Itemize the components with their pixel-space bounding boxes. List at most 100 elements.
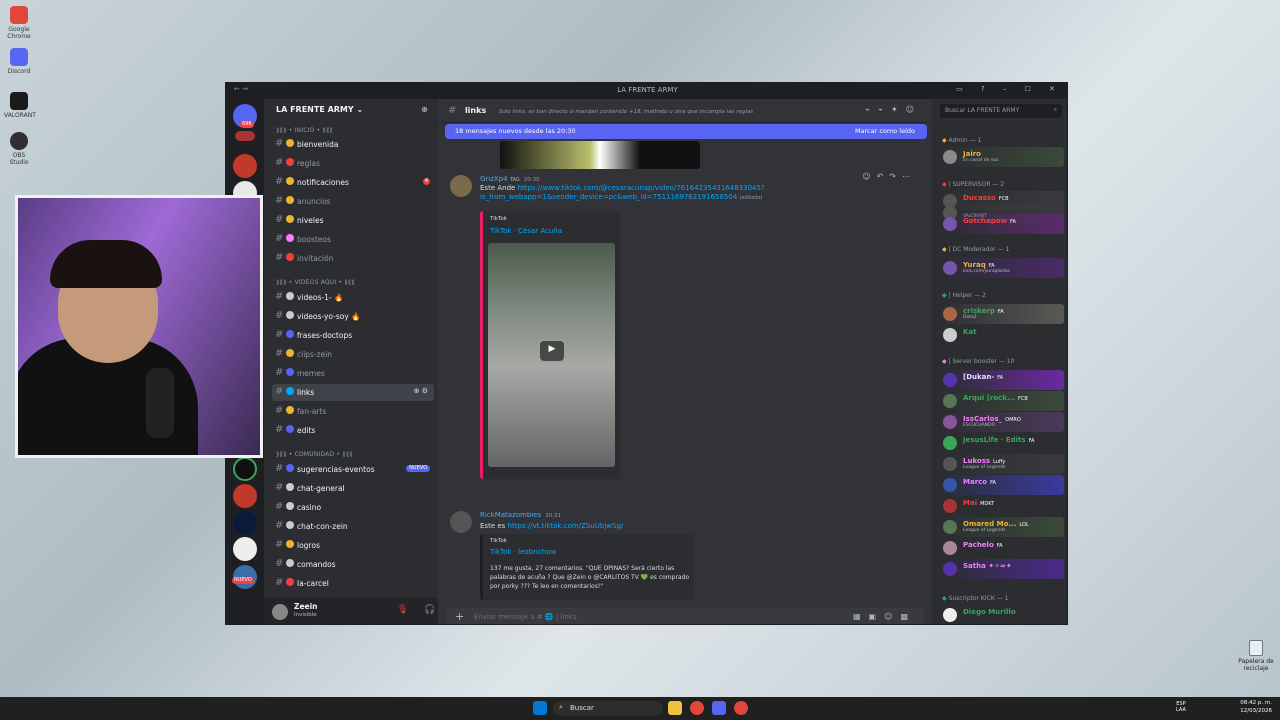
member-item[interactable]: Gotchapow FA (940, 214, 1064, 234)
channel-item[interactable]: # videos-yo-soy 🔥 (272, 308, 434, 325)
member-item[interactable]: Mai MDKT (940, 496, 1064, 516)
channel-item[interactable]: # anuncios (272, 193, 434, 210)
desktop-icon-chrome[interactable]: Google Chrome (4, 6, 34, 40)
member-item[interactable]: Lukoss Luffy League of Legends (940, 454, 1064, 474)
message-link[interactable]: https://www.tiktok.com/@cesaracunap/vide… (480, 184, 765, 201)
member-item[interactable]: Pachelo FA (940, 538, 1064, 558)
window-controls[interactable]: ▭ ? – ☐ ✕ (956, 85, 1063, 93)
avatar (943, 562, 957, 576)
channel-item[interactable]: # niveles (272, 212, 434, 229)
start-button[interactable] (533, 701, 547, 715)
member-tag: FA (997, 375, 1004, 381)
mute-icon[interactable]: 🎙 (397, 605, 408, 615)
server-header[interactable]: LA FRENTE ARMY ⌄ ⊕ (264, 99, 438, 123)
channel-item[interactable]: # chat-general (272, 480, 434, 497)
previous-video-embed[interactable] (500, 141, 700, 169)
chrome-icon[interactable] (734, 701, 748, 715)
member-item[interactable]: Omared Mo... LOL League of Legends (940, 517, 1064, 537)
channel-item[interactable]: # memes (272, 365, 434, 382)
add-user-icon[interactable]: ⊕ (421, 105, 428, 114)
member-item[interactable]: criskerp FA Dota2 (940, 304, 1064, 324)
clock[interactable]: 08:42 p. m. 12/03/2026 (1240, 699, 1272, 715)
channel-item[interactable]: # logros (272, 537, 434, 554)
discord-icon[interactable] (712, 701, 726, 715)
taskbar-search[interactable]: ⌕ Buscar (553, 701, 663, 716)
channel-item[interactable]: # fan-arts (272, 403, 434, 420)
header-toolbar-icons[interactable]: ⌁⌁✦☺ (865, 105, 922, 114)
role-icon: ◆ (942, 595, 947, 602)
add-attachment-icon[interactable]: + (455, 610, 464, 623)
file-explorer-icon[interactable] (668, 701, 682, 715)
play-icon[interactable]: ▶ (540, 341, 564, 361)
channel-item[interactable]: # casino (272, 499, 434, 516)
composer-tools[interactable]: ▦▣☺▩ (853, 612, 916, 621)
desktop-icon-valorant[interactable]: VALORANT (4, 92, 36, 119)
channel-item[interactable]: # reglas (272, 155, 434, 172)
member-item[interactable]: Yuraq FA kick.com/yuraqlanka (940, 258, 1064, 278)
member-item[interactable]: [Dukan- FA (940, 370, 1064, 390)
channel-item[interactable]: # invitación (272, 250, 434, 267)
message-link[interactable]: https://vt.tiktok.com/ZSuUbjwSg/ (508, 522, 624, 530)
channel-item[interactable]: # frases-doctops (272, 327, 434, 344)
embed-title[interactable]: TikTok · leobrichow (490, 548, 556, 556)
member-name: Lukoss Luffy (963, 457, 1005, 465)
member-item[interactable]: Marco FA (940, 475, 1064, 495)
member-item[interactable]: Arqui [rock... FCB (940, 391, 1064, 411)
category-videos[interactable]: ⟫⟫⟫ • VIDEOS AQUI • ⟪⟪⟪ (276, 279, 355, 286)
channel-item[interactable]: # notificaciones 4 (272, 174, 434, 191)
channel-emoji-icon (286, 139, 294, 147)
channel-item[interactable]: # la-carcel (272, 575, 434, 592)
new-messages-bar[interactable]: 18 mensajes nuevos desde las 20:30 Marca… (445, 124, 927, 139)
message-input[interactable]: + Enviar mensaje a # 🌐 | links ▦▣☺▩ (446, 608, 924, 624)
member-item[interactable]: IssCarlos_ OMRO ESCUCHANDO (940, 412, 1064, 432)
search-icon: ⌕ (1053, 106, 1057, 113)
member-item[interactable]: Satha ✦✧≈✦ (940, 559, 1064, 579)
desktop-icon-discord[interactable]: Discord (4, 48, 34, 75)
channel-item[interactable]: # bienvenida (272, 136, 434, 153)
channel-item[interactable]: # links ⊕ ⚙ (272, 384, 434, 401)
embed-title[interactable]: TikTok · César Acuña (490, 227, 562, 235)
member-name: Arqui [rock... FCB (963, 394, 1028, 402)
server-icon[interactable] (233, 154, 257, 178)
member-item[interactable]: Diego Murillo (940, 605, 1064, 624)
channel-label: reglas (297, 159, 320, 168)
channel-item[interactable]: # boosteos (272, 231, 434, 248)
channel-tools[interactable]: ⊕ ⚙ (414, 387, 428, 395)
member-item[interactable]: JesusLife · Edits FA (940, 433, 1064, 453)
category-inicio[interactable]: ⟫⟫⟫ • INICIO • ⟪⟪⟪ (276, 127, 333, 134)
channel-item[interactable]: # comandos (272, 556, 434, 573)
avatar[interactable] (450, 175, 472, 197)
channel-label: chat-general (297, 484, 345, 493)
channel-sidebar: LA FRENTE ARMY ⌄ ⊕ ⟫⟫⟫ • INICIO • ⟪⟪⟪ ⟫⟫… (264, 99, 476, 624)
channel-item[interactable]: # edits (272, 422, 434, 439)
channel-item[interactable]: # videos-1- 🔥 (272, 289, 434, 306)
channel-item[interactable]: # chat-con-zein (272, 518, 434, 535)
language-indicator[interactable]: ESP LAA (1176, 701, 1186, 713)
desktop-icon-obs[interactable]: OBS Studio (4, 132, 34, 166)
video-thumbnail[interactable]: ▶ (488, 243, 615, 467)
member-item[interactable]: Kat (940, 325, 1064, 345)
edited-label: (editado) (739, 195, 763, 201)
member-item[interactable]: Jairo En canal de voz (940, 147, 1064, 167)
avatar[interactable] (450, 511, 472, 533)
message-author[interactable]: GrizXp4 TAG 20:30 (480, 175, 540, 183)
server-icon[interactable] (235, 131, 255, 141)
message-author[interactable]: RickMatazombies 20:31 (480, 511, 561, 519)
channel-item[interactable]: # sugerencias-eventos NUEVO (272, 461, 434, 478)
server-icon[interactable] (233, 484, 257, 508)
mark-read-button[interactable]: Marcar como leído (855, 127, 915, 135)
avatar[interactable] (272, 604, 288, 620)
deafen-icon[interactable]: 🎧 (424, 605, 435, 615)
message-actions[interactable]: ☺↶↷⋯ (862, 172, 916, 181)
category-comunidad[interactable]: ⟫⟫⟫ • COMUNIDAD • ⟪⟪⟪ (276, 451, 353, 458)
embed-provider: TikTok (490, 538, 507, 544)
server-icon[interactable] (233, 537, 257, 561)
channel-item[interactable]: # clips-zein (272, 346, 434, 363)
desktop-icon-recycle-bin[interactable]: Papelera de reciclaje (1238, 640, 1274, 672)
role-icon: ◆ (942, 181, 947, 188)
server-icon[interactable] (233, 511, 257, 535)
server-icon[interactable] (233, 457, 257, 481)
chrome-icon[interactable] (690, 701, 704, 715)
member-name-text: Jairo (963, 150, 981, 158)
search-input[interactable]: Buscar LA FRENTE ARMY ⌕ (940, 104, 1062, 118)
